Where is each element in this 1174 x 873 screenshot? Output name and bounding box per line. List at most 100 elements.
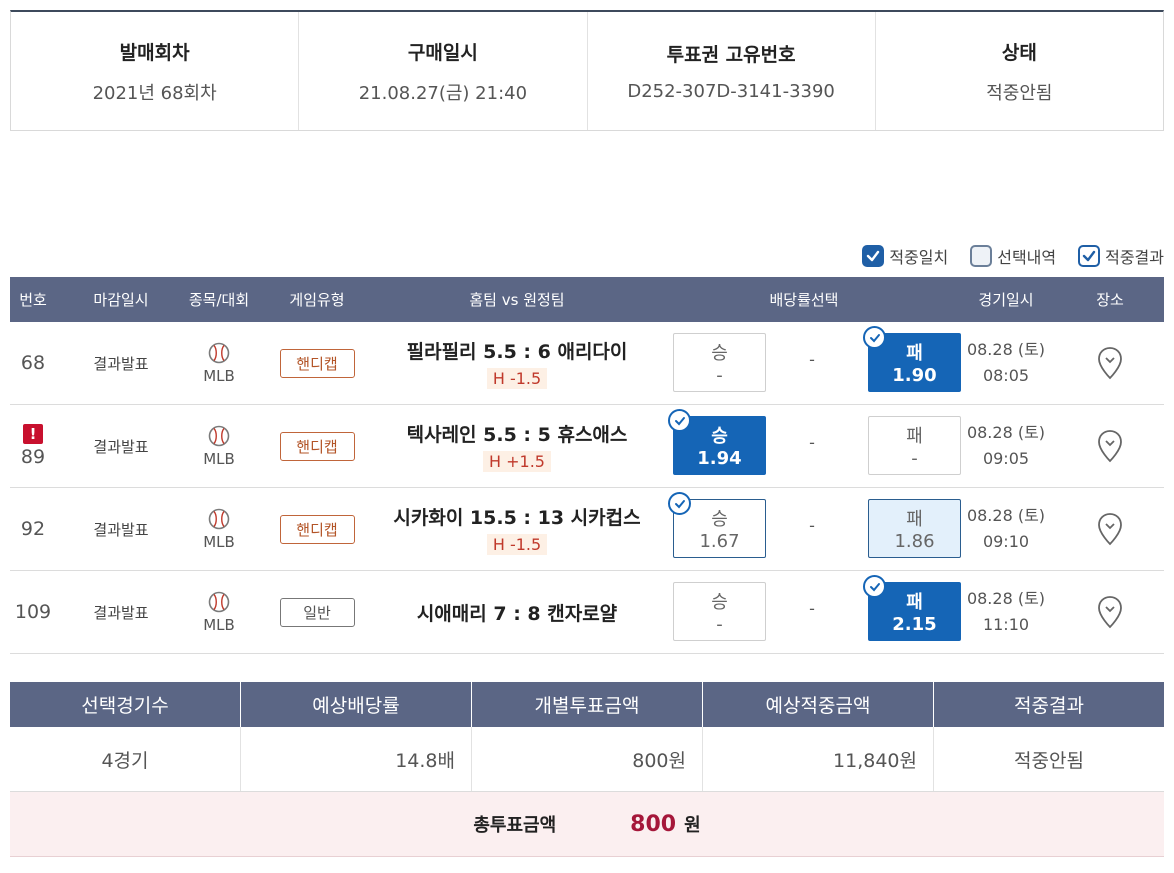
game-table: 번호 마감일시 종목/대회 게임유형 홈팀 vs 원정팀 배당률선택 경기일시 … [10,277,1164,654]
summary-header-odds: 예상배당률 [241,682,472,727]
game-number-text: 68 [20,352,46,374]
odds-lose-button[interactable]: 패 1.86 [868,499,961,558]
table-row: ! 89 결과발표 MLB 핸디캡 텍사레인 5.5 : 5 휴스애스 H +1… [10,405,1164,488]
odds-lose-button[interactable]: 패 1.90 [863,326,961,392]
table-row: 92 결과발표 MLB 핸디캡 시카화이 15.5 : 13 시카컵스 H -1… [10,488,1164,571]
game-datetime: 08.28 (토) 11:10 [956,571,1056,653]
location-pin-icon[interactable] [1097,595,1123,629]
league-label: MLB [203,449,235,468]
odds-win-button[interactable]: 승 - [673,582,766,641]
handicap-label: H +1.5 [483,451,551,472]
venue-cell [1056,405,1164,487]
location-pin-icon[interactable] [1097,512,1123,546]
odds-lose-button[interactable]: 패 - [868,416,961,475]
teams-cell: 필라필리 5.5 : 6 애리다이 H -1.5 [382,322,652,404]
odds-win-button[interactable]: 승 - [673,333,766,392]
check-circle-icon [668,409,691,432]
close-status: 결과발표 [93,520,149,539]
teams-score: 시애매리 7 : 8 캔자로얄 [416,602,618,625]
baseball-icon [208,425,230,446]
summary-expected: 11,840원 [703,727,934,791]
summary-header-result: 적중결과 [1014,695,1084,717]
game-time: 09:05 [982,449,1030,468]
odds-value: - [911,448,918,469]
info-purchase-time: 구매일시 21.08.27(금) 21:40 [299,12,588,130]
odds-value: 1.94 [697,448,742,469]
info-label: 상태 [1001,41,1037,64]
game-number: ! 89 [10,405,56,487]
odds-draw: - [809,433,815,452]
odds-label: 승 [711,426,728,447]
venue-cell [1056,571,1164,653]
game-time: 09:10 [982,532,1030,551]
odds-lose-button[interactable]: 패 2.15 [863,575,961,641]
game-number: 92 [10,488,56,570]
summary-result: 적중안됨 [1014,749,1084,772]
odds-label: 승 [711,592,728,613]
baseball-icon [208,342,230,363]
teams-score: 시카화이 15.5 : 13 시카컵스 [393,507,641,529]
odds-value: - [716,614,723,635]
checkbox-empty-icon[interactable] [970,245,993,267]
odds-label: 패 [906,426,923,447]
info-label: 투표권 고유번호 [666,44,796,66]
location-pin-icon[interactable] [1097,429,1123,463]
check-circle-icon [863,326,886,349]
legend-hit-match[interactable]: 적중일치 [862,244,948,268]
info-value: D252-307D-3141-3390 [627,81,835,102]
game-time: 08:05 [982,366,1030,385]
location-pin-icon[interactable] [1097,346,1123,380]
legend-label: 적중일치 [889,248,949,267]
game-date: 08.28 (토) [966,506,1046,525]
legend-label: 선택내역 [997,248,1057,267]
type-cell: 일반 [252,571,382,653]
odds-cell: 승 1.94 - 패 - [652,405,961,487]
teams-score: 텍사레인 5.5 : 5 휴스애스 [406,424,628,446]
game-number-text: 89 [20,446,46,468]
odds-win-button[interactable]: 승 1.67 [668,492,766,558]
info-value: 2021년 68회차 [92,82,217,104]
checkbox-outline-icon[interactable] [1078,245,1101,267]
total-stake-unit: 원 [684,815,701,836]
baseball-icon [208,591,230,612]
summary-header-expected: 예상적중금액 [703,682,934,727]
header-sport: 종목/대회 [188,291,250,309]
legend-hit-result[interactable]: 적중결과 [1078,244,1164,268]
odds-label: 승 [711,343,728,364]
summary-odds: 14.8배 [241,727,472,791]
sport-cell: MLB [186,571,252,653]
ticket-info-box: 발매회차 2021년 68회차 구매일시 21.08.27(금) 21:40 투… [10,10,1164,131]
odds-cell: 승 - - 패 1.90 [652,322,961,404]
odds-value: 1.90 [892,365,937,386]
odds-cell: 승 - - 패 2.15 [652,571,961,653]
game-number-text: 92 [20,518,46,540]
game-type-badge: 핸디캡 [279,431,355,461]
type-cell: 핸디캡 [252,322,382,404]
info-value: 적중안됨 [986,82,1053,104]
table-row: 68 결과발표 MLB 핸디캡 필라필리 5.5 : 6 애리다이 H -1.5… [10,322,1164,405]
header-odds: 배당률선택 [769,291,839,309]
game-number-text: 109 [14,601,52,623]
game-number: 68 [10,322,56,404]
summary-table: 선택경기수 예상배당률 개별투표금액 예상적중금액 적중결과 4경기 14.8배… [10,682,1164,857]
odds-label: 패 [906,509,923,530]
odds-cell: 승 1.67 - 패 1.86 [652,488,961,570]
game-type-badge: 핸디캡 [279,348,355,378]
header-close: 마감일시 [93,291,149,309]
sport-cell: MLB [186,405,252,487]
checkbox-checked-icon[interactable] [862,245,885,267]
game-number: 109 [10,571,56,653]
game-type-badge: 일반 [279,597,355,627]
legend-selection[interactable]: 선택내역 [970,244,1056,268]
total-stake-row: 총투표금액 800 원 [10,792,1164,857]
venue-cell [1056,322,1164,404]
odds-win-button[interactable]: 승 1.94 [668,409,766,475]
odds-label: 패 [906,343,923,364]
table-row: 109 결과발표 MLB 일반 시애매리 7 : 8 캔자로얄 승 - - 패 … [10,571,1164,654]
close-status: 결과발표 [93,354,149,373]
venue-cell [1056,488,1164,570]
game-date: 08.28 (토) [966,340,1046,359]
check-circle-icon [668,492,691,515]
sport-cell: MLB [186,488,252,570]
game-datetime: 08.28 (토) 09:05 [956,405,1056,487]
